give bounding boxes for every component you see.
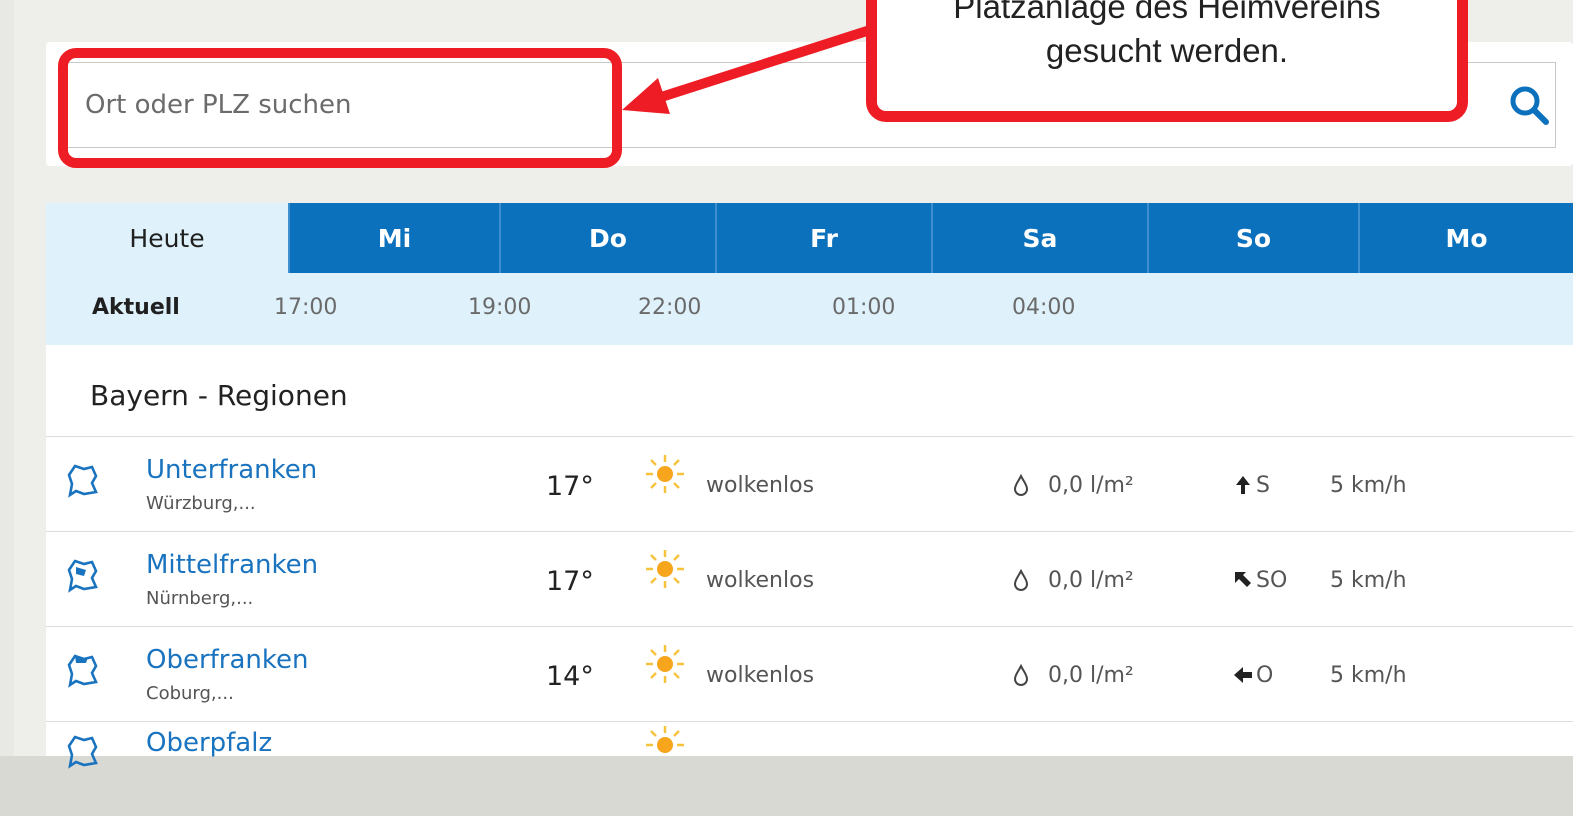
annotation-arrow [622,25,872,114]
hour-1700[interactable]: 17:00 [274,295,337,320]
sun-icon [646,455,684,493]
condition-text: wolkenlos [706,568,815,593]
bavaria-map-icon [67,464,98,498]
hour-0400[interactable]: 04:00 [1012,295,1075,320]
tab-mi[interactable]: Mi [288,203,499,273]
region-link[interactable]: Oberfranken [146,645,309,675]
bavaria-map-icon [67,559,98,593]
table-row: Oberfranken Coburg,... 14° wolkenlos 0,0… [46,626,1573,721]
region-cities: Würzburg,... [146,493,256,514]
temperature: 17° [546,471,594,502]
table-row: Oberpfalz [46,721,1573,816]
tab-fr[interactable]: Fr [715,203,931,273]
hour-2200[interactable]: 22:00 [638,295,701,320]
arrow-left-icon [1234,667,1252,683]
bavaria-map-icon [67,735,98,769]
section-title: Bayern - Regionen [90,379,348,412]
raindrop-icon [1013,474,1029,496]
tab-so[interactable]: So [1147,203,1358,273]
condition-text: wolkenlos [706,663,815,688]
table-row: Mittelfranken Nürnberg,... 17° wolkenlos… [46,531,1573,626]
precipitation: 0,0 l/m² [1048,568,1134,593]
region-link[interactable]: Mittelfranken [146,550,318,580]
raindrop-icon [1013,664,1029,686]
left-edge [0,0,14,756]
tab-do[interactable]: Do [499,203,715,273]
hour-1900[interactable]: 19:00 [468,295,531,320]
region-cities: Nürnberg,... [146,588,254,609]
bavaria-map-icon [67,654,98,688]
tab-heute[interactable]: Heute [46,203,288,273]
hour-aktuell[interactable]: Aktuell [92,295,180,320]
region-cities: Coburg,... [146,683,234,704]
annotation-highlight-box [58,48,622,168]
search-icon[interactable] [1508,84,1550,126]
sun-icon [646,726,684,753]
arrow-up-icon [1236,476,1250,494]
wind-direction: S [1256,473,1270,498]
condition-text: wolkenlos [706,473,815,498]
precipitation: 0,0 l/m² [1048,473,1134,498]
callout-line-2: gesucht werden. [1045,32,1289,69]
tab-sa[interactable]: Sa [931,203,1147,273]
temperature: 17° [546,566,594,597]
annotation-callout: Platzanlage des Heimvereins gesucht werd… [866,0,1468,122]
precipitation: 0,0 l/m² [1048,663,1134,688]
wind-direction: SO [1256,568,1288,593]
sun-icon [646,645,684,683]
arrow-up-left-icon [1235,572,1251,587]
sun-icon [646,550,684,588]
regions-table: Bayern - Regionen Unterfranken Würzburg,… [46,345,1573,769]
raindrop-icon [1013,569,1029,591]
day-tabs: Heute Mi Do Fr Sa So Mo [46,203,1573,273]
temperature: 14° [546,661,594,692]
wind-speed: 5 km/h [1330,568,1407,593]
table-row: Unterfranken Würzburg,... 17° wolkenlos … [46,436,1573,531]
region-link[interactable]: Oberpfalz [146,728,272,758]
region-link[interactable]: Unterfranken [146,455,317,485]
wind-speed: 5 km/h [1330,473,1407,498]
hour-selector: Aktuell 17:00 19:00 22:00 01:00 04:00 [46,273,1573,345]
wind-speed: 5 km/h [1330,663,1407,688]
tab-mo[interactable]: Mo [1358,203,1573,273]
wind-direction: O [1256,663,1274,688]
callout-line-1: Platzanlage des Heimvereins [953,0,1381,25]
hour-0100[interactable]: 01:00 [832,295,895,320]
